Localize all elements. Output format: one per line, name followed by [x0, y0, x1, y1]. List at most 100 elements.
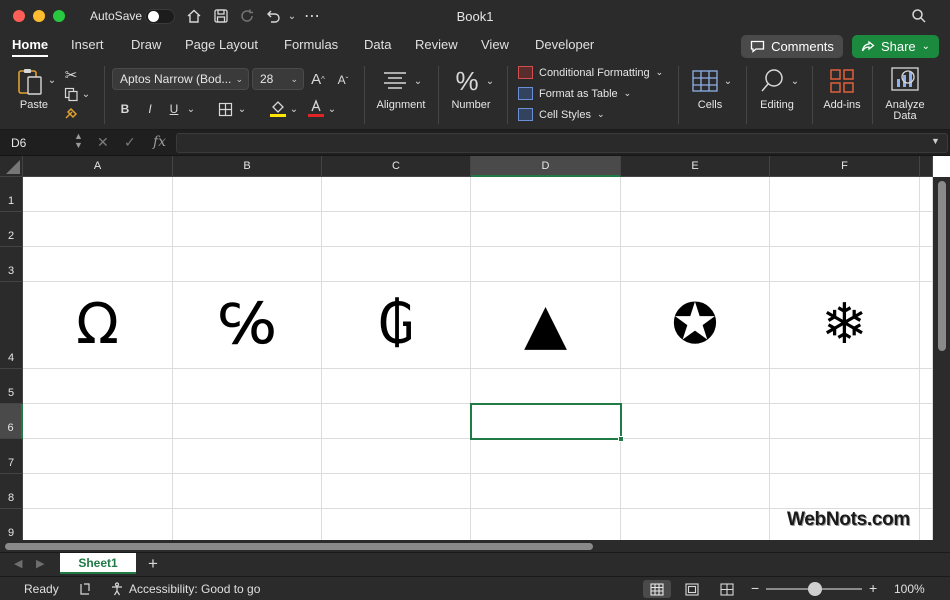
number-format-percent-icon[interactable]: %: [452, 66, 482, 96]
tab-home[interactable]: Home: [12, 37, 49, 57]
insert-function-icon[interactable]: fx: [153, 134, 166, 150]
minimize-window-button[interactable]: [33, 10, 45, 22]
cell-a2[interactable]: [23, 212, 173, 247]
font-size-select[interactable]: 28 ⌄: [252, 68, 304, 90]
cell-a7[interactable]: [23, 439, 173, 474]
cell-f7[interactable]: [770, 439, 920, 474]
cell-g6[interactable]: [920, 404, 933, 439]
comments-button[interactable]: Comments: [741, 35, 843, 58]
cell-styles-button[interactable]: Cell Styles ⌄: [518, 108, 605, 121]
cell-e6[interactable]: [621, 404, 770, 439]
number-chevron-icon[interactable]: ⌄: [485, 74, 495, 88]
formula-input[interactable]: [176, 133, 948, 153]
cell-d4[interactable]: ▲: [471, 282, 621, 369]
cell-g9[interactable]: [920, 509, 933, 540]
horizontal-scrollbar[interactable]: [0, 540, 950, 552]
confirm-entry-icon[interactable]: ✓: [124, 134, 136, 151]
macro-record-icon[interactable]: [72, 580, 98, 598]
fill-handle[interactable]: [618, 436, 624, 442]
cell-c6[interactable]: [322, 404, 471, 439]
editing-chevron-icon[interactable]: ⌄: [790, 74, 800, 88]
font-name-select[interactable]: Aptos Narrow (Bod... ⌄: [112, 68, 249, 90]
cell-f6[interactable]: [770, 404, 920, 439]
row-header-3[interactable]: 3: [0, 247, 23, 282]
sheet-tab-sheet1[interactable]: Sheet1: [60, 553, 136, 574]
cell-b2[interactable]: [173, 212, 322, 247]
selected-cell-border[interactable]: [470, 403, 622, 440]
column-header-b[interactable]: B: [173, 156, 322, 177]
tab-page-layout[interactable]: Page Layout: [185, 37, 258, 52]
accessibility-icon[interactable]: [106, 580, 128, 598]
cell-e9[interactable]: [621, 509, 770, 540]
cell-a1[interactable]: [23, 177, 173, 212]
zoom-level[interactable]: 100%: [894, 582, 925, 596]
cell-e2[interactable]: [621, 212, 770, 247]
zoom-slider-knob[interactable]: [808, 582, 822, 596]
cell-a5[interactable]: [23, 369, 173, 404]
column-header-a[interactable]: A: [23, 156, 173, 177]
fill-color-chevron-icon[interactable]: ⌄: [289, 102, 299, 116]
redo-refresh-icon[interactable]: [237, 6, 257, 26]
tab-review[interactable]: Review: [415, 37, 458, 52]
cell-c4[interactable]: ₲: [322, 282, 471, 369]
cell-g4[interactable]: [920, 282, 933, 369]
cell-e4[interactable]: ✪: [621, 282, 770, 369]
cell-f1[interactable]: [770, 177, 920, 212]
tab-formulas[interactable]: Formulas: [284, 37, 338, 52]
font-color-icon[interactable]: [306, 98, 326, 118]
undo-icon[interactable]: [263, 6, 283, 26]
previous-sheet-icon[interactable]: ◀: [14, 557, 22, 570]
row-header-5[interactable]: 5: [0, 369, 23, 404]
column-header-c[interactable]: C: [322, 156, 471, 177]
more-commands-icon[interactable]: ⋯: [302, 6, 322, 26]
cell-f2[interactable]: [770, 212, 920, 247]
cell-d7[interactable]: [471, 439, 621, 474]
cell-a4[interactable]: Ω: [23, 282, 173, 369]
cell-c1[interactable]: [322, 177, 471, 212]
cell-g5[interactable]: [920, 369, 933, 404]
editing-magnifier-icon[interactable]: [758, 66, 788, 96]
cell-e3[interactable]: [621, 247, 770, 282]
column-header-e[interactable]: E: [621, 156, 770, 177]
format-as-table-button[interactable]: Format as Table ⌄: [518, 87, 631, 100]
name-box-stepper-icon[interactable]: ▲ ▼: [74, 132, 83, 150]
cell-c5[interactable]: [322, 369, 471, 404]
cell-c9[interactable]: [322, 509, 471, 540]
cell-g7[interactable]: [920, 439, 933, 474]
page-layout-view-icon[interactable]: [678, 580, 706, 598]
cell-d9[interactable]: [471, 509, 621, 540]
tab-insert[interactable]: Insert: [71, 37, 104, 52]
cell-g8[interactable]: [920, 474, 933, 509]
cell-c7[interactable]: [322, 439, 471, 474]
cell-d1[interactable]: [471, 177, 621, 212]
normal-view-icon[interactable]: [643, 580, 671, 598]
close-window-button[interactable]: [13, 10, 25, 22]
zoom-window-button[interactable]: [53, 10, 65, 22]
row-header-2[interactable]: 2: [0, 212, 23, 247]
cell-e1[interactable]: [621, 177, 770, 212]
add-ins-icon[interactable]: [827, 67, 857, 95]
alignment-chevron-icon[interactable]: ⌄: [413, 74, 423, 88]
worksheet-grid[interactable]: A B C D E F 1 2 3 4 5 6 7 8 9 Ω ℅ ₲ ▲ ✪ …: [0, 156, 950, 540]
share-chevron-icon[interactable]: ⌄: [922, 41, 930, 52]
accessibility-status[interactable]: Accessibility: Good to go: [129, 582, 260, 596]
conditional-formatting-button[interactable]: Conditional Formatting ⌄: [518, 66, 663, 79]
borders-chevron-icon[interactable]: ⌄: [237, 102, 247, 116]
home-icon[interactable]: [184, 6, 204, 26]
cell-b5[interactable]: [173, 369, 322, 404]
cell-a9[interactable]: [23, 509, 173, 540]
italic-button[interactable]: I: [142, 100, 158, 118]
zoom-in-icon[interactable]: +: [869, 580, 877, 596]
row-header-7[interactable]: 7: [0, 439, 23, 474]
bold-button[interactable]: B: [117, 100, 133, 118]
row-header-1[interactable]: 1: [0, 177, 23, 212]
alignment-icon[interactable]: [380, 68, 410, 94]
cell-d3[interactable]: [471, 247, 621, 282]
borders-icon[interactable]: [216, 100, 234, 118]
cell-b7[interactable]: [173, 439, 322, 474]
cell-c3[interactable]: [322, 247, 471, 282]
cell-b8[interactable]: [173, 474, 322, 509]
column-header-f[interactable]: F: [770, 156, 920, 177]
cell-c8[interactable]: [322, 474, 471, 509]
row-header-6[interactable]: 6: [0, 404, 23, 439]
